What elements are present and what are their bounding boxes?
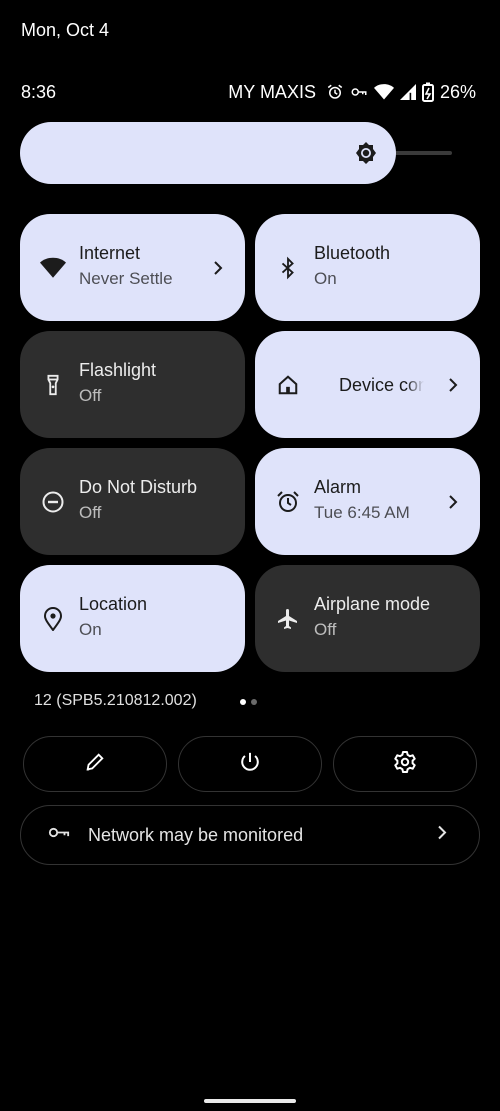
footer-actions [23, 736, 477, 792]
date-label: Mon, Oct 4 [21, 20, 110, 40]
chevron-right-icon [446, 494, 460, 509]
network-monitored-label: Network may be monitored [88, 824, 304, 845]
airplane-icon [275, 606, 301, 632]
vpn-key-icon [48, 826, 70, 845]
tile-internet[interactable]: Internet Never Settle [20, 214, 245, 321]
tile-location-status: On [79, 620, 102, 639]
battery-icon [421, 82, 434, 102]
clock: 8:36 [21, 81, 57, 102]
brightness-icon [354, 141, 378, 165]
tile-device-controls-title: Device controls [339, 374, 424, 395]
tile-dnd-title: Do Not Disturb [79, 477, 198, 497]
wifi-icon [373, 83, 394, 101]
page-dot [240, 699, 246, 705]
location-pin-icon [40, 606, 66, 632]
tile-location-title: Location [79, 594, 148, 614]
tile-airplane-status: Off [314, 620, 337, 639]
quick-settings-grid: Internet Never Settle Bluetooth On Flash… [20, 214, 480, 672]
signal-icon [399, 84, 416, 100]
bluetooth-icon [275, 255, 301, 281]
tile-airplane-title: Airplane mode [314, 594, 431, 614]
power-button[interactable] [178, 736, 322, 792]
tile-flashlight[interactable]: Flashlight Off [20, 331, 245, 438]
build-number[interactable]: 12 (SPB5.210812.002) [34, 692, 197, 710]
tile-bluetooth-status: On [314, 269, 337, 288]
tile-internet-status: Never Settle [79, 269, 173, 288]
tile-flashlight-title: Flashlight [79, 360, 157, 380]
tile-airplane-mode[interactable]: Airplane mode Off [255, 565, 480, 672]
tile-do-not-disturb[interactable]: Do Not Disturb Off [20, 448, 245, 555]
tile-bluetooth-title: Bluetooth [314, 243, 391, 263]
page-dot [251, 699, 257, 705]
home-icon [275, 372, 301, 398]
do-not-disturb-icon [40, 489, 66, 515]
home-gesture-bar[interactable] [204, 1099, 296, 1103]
tile-flashlight-status: Off [79, 386, 102, 405]
tile-alarm[interactable]: Alarm Tue 6:45 AM [255, 448, 480, 555]
chevron-right-icon [211, 260, 225, 275]
chevron-right-icon [435, 825, 449, 845]
edit-button[interactable] [23, 736, 167, 792]
vpn-key-icon [350, 83, 368, 101]
tile-bluetooth[interactable]: Bluetooth On [255, 214, 480, 321]
wifi-icon [40, 255, 66, 281]
carrier-label: MY MAXIS [228, 81, 316, 102]
tile-location[interactable]: Location On [20, 565, 245, 672]
status-bar: 8:36 MY MAXIS 26% [21, 81, 476, 103]
brightness-track [390, 151, 452, 155]
chevron-right-icon [446, 377, 460, 392]
tile-internet-title: Internet [79, 243, 141, 263]
status-icons: MY MAXIS 26% [228, 82, 476, 103]
tile-alarm-time: Tue 6:45 AM [314, 503, 410, 522]
page-indicator [240, 699, 257, 705]
edit-icon [84, 751, 106, 778]
tile-alarm-title: Alarm [314, 477, 362, 497]
alarm-icon [326, 83, 344, 101]
settings-button[interactable] [333, 736, 477, 792]
alarm-icon [275, 489, 301, 515]
power-icon [239, 751, 261, 778]
battery-percent: 26% [439, 81, 476, 102]
tile-device-controls[interactable]: Device controls [255, 331, 480, 438]
tile-dnd-status: Off [79, 503, 102, 522]
brightness-slider[interactable] [20, 122, 452, 184]
brightness-fill [20, 122, 396, 184]
settings-icon [393, 750, 417, 779]
network-monitored-banner[interactable]: Network may be monitored [20, 805, 480, 865]
flashlight-icon [40, 372, 66, 398]
